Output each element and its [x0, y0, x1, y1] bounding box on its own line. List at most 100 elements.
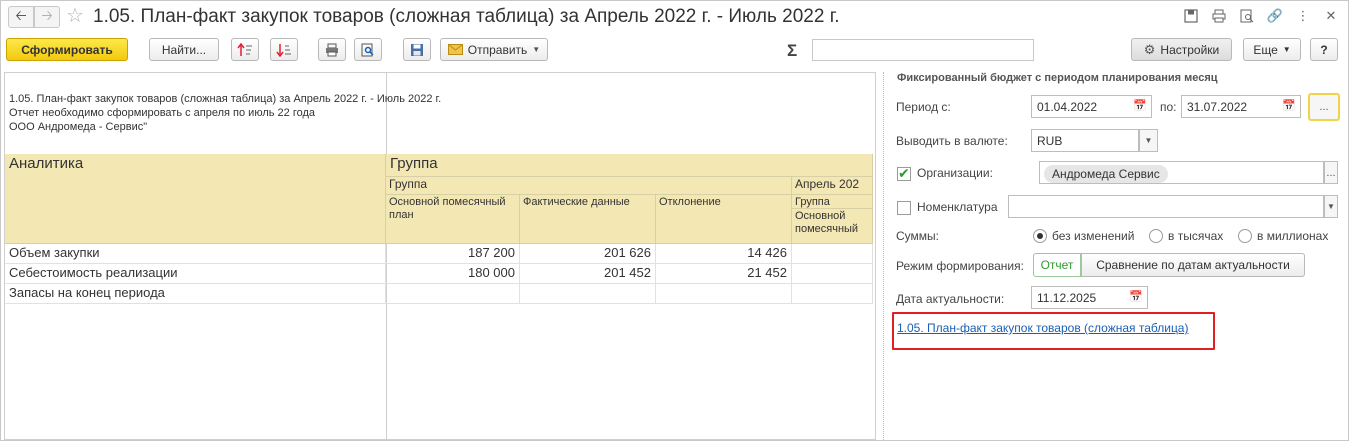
- sum-icon: Σ: [787, 41, 798, 60]
- cell-plan[interactable]: [386, 284, 520, 304]
- report-sheet[interactable]: 1.05. План-факт закупок товаров (сложная…: [4, 72, 876, 440]
- find-button[interactable]: Найти...: [149, 38, 219, 61]
- forward-button[interactable]: 🡢: [34, 6, 60, 28]
- column-header-april-plan: Основной помесячный: [792, 209, 873, 244]
- print-icon: [326, 43, 338, 56]
- column-header-april: Апрель 202: [792, 177, 873, 195]
- help-button[interactable]: ?: [1310, 38, 1338, 61]
- print-button[interactable]: [318, 38, 346, 61]
- nomenclature-dropdown-button[interactable]: ▼: [1324, 195, 1338, 218]
- link-icon[interactable]: 🔗: [1267, 8, 1283, 24]
- sums-radio-unchanged[interactable]: [1033, 229, 1047, 243]
- gear-icon: ⚙: [1143, 41, 1156, 57]
- send-button[interactable]: Отправить ▼: [440, 38, 548, 61]
- report-header: 1.05. План-факт закупок товаров (сложная…: [9, 92, 441, 134]
- toolbar: Сформировать Найти... Отправить ▼ Σ ⚙ На…: [0, 36, 1349, 66]
- period-to-label: по:: [1160, 100, 1177, 114]
- cell-deviation[interactable]: 21 452: [656, 264, 792, 284]
- column-header-plan: Основной помесячный план: [386, 195, 520, 244]
- window-controls: 🔗 ⋮ ✕: [1183, 8, 1339, 24]
- cell-deviation[interactable]: [656, 284, 792, 304]
- actual-date-field[interactable]: 11.12.2025 📅: [1031, 286, 1148, 309]
- sums-option-thousands[interactable]: в тысячах: [1168, 229, 1223, 243]
- cell-april[interactable]: [792, 244, 873, 264]
- organizations-checkbox[interactable]: [897, 165, 911, 182]
- sort-ascending-button[interactable]: [231, 38, 259, 61]
- panel-heading: Фиксированный бюджет с периодом планиров…: [897, 72, 1218, 84]
- period-to-field[interactable]: 31.07.2022 📅: [1181, 95, 1301, 118]
- sums-option-unchanged[interactable]: без изменений: [1052, 229, 1134, 243]
- mode-label: Режим формирования:: [896, 259, 1024, 273]
- cell-fact[interactable]: 201 452: [520, 264, 656, 284]
- row-label[interactable]: Объем закупки: [5, 244, 386, 264]
- back-button[interactable]: 🡠: [8, 6, 34, 28]
- save-icon[interactable]: [1183, 8, 1199, 24]
- calendar-icon[interactable]: 📅: [1282, 99, 1296, 112]
- nomenclature-field[interactable]: [1008, 195, 1324, 218]
- print-icon[interactable]: [1211, 8, 1227, 24]
- nomenclature-label: Номенклатура: [917, 200, 998, 214]
- actual-date-label: Дата актуальности:: [896, 292, 1005, 306]
- settings-button[interactable]: ⚙ Настройки: [1131, 38, 1232, 61]
- arrow-left-icon: 🡠: [15, 7, 27, 23]
- row-label[interactable]: Себестоимость реализации: [5, 264, 386, 284]
- cell-fact[interactable]: [520, 284, 656, 304]
- settings-button-label: Настройки: [1160, 42, 1220, 57]
- nomenclature-checkbox[interactable]: [897, 201, 911, 215]
- report-variant-link[interactable]: 1.05. План-факт закупок товаров (сложная…: [897, 321, 1188, 335]
- sort-descending-button[interactable]: [270, 38, 298, 61]
- cell-deviation[interactable]: 14 426: [656, 244, 792, 264]
- sort-descending-icon: [276, 43, 291, 57]
- sums-label: Суммы:: [896, 229, 939, 243]
- window-title: 1.05. План-факт закупок товаров (сложная…: [93, 6, 840, 27]
- sums-radio-thousands[interactable]: [1149, 229, 1163, 243]
- preview-icon[interactable]: [1239, 8, 1255, 24]
- cell-april[interactable]: [792, 264, 873, 284]
- row-label[interactable]: Запасы на конец периода: [5, 284, 386, 304]
- close-icon[interactable]: ✕: [1323, 8, 1339, 24]
- calendar-icon[interactable]: 📅: [1129, 290, 1143, 303]
- organizations-select-button[interactable]: ...: [1324, 161, 1338, 184]
- print-preview-button[interactable]: [354, 38, 382, 61]
- cell-fact[interactable]: 201 626: [520, 244, 656, 264]
- mode-report-button[interactable]: Отчет: [1033, 253, 1081, 277]
- sums-radio-millions[interactable]: [1238, 229, 1252, 243]
- envelope-icon: [447, 44, 463, 55]
- more-button[interactable]: Еще ▼: [1243, 38, 1301, 61]
- period-label: Период с:: [896, 100, 951, 114]
- period-select-button[interactable]: ...: [1308, 93, 1340, 121]
- period-from-field[interactable]: 01.04.2022 📅: [1031, 95, 1152, 118]
- period-to-value: 31.07.2022: [1187, 100, 1248, 114]
- currency-field[interactable]: RUB: [1031, 129, 1139, 152]
- panel-splitter[interactable]: [883, 72, 885, 440]
- mode-compare-button[interactable]: Сравнение по датам актуальности: [1081, 253, 1305, 277]
- sum-field[interactable]: [812, 39, 1034, 61]
- column-header-deviation: Отклонение: [656, 195, 792, 244]
- report-header-org: ООО Андромеда - Сервис": [9, 121, 148, 133]
- more-vertical-icon[interactable]: ⋮: [1295, 8, 1311, 24]
- cell-plan[interactable]: 180 000: [386, 264, 520, 284]
- period-from-value: 01.04.2022: [1037, 100, 1098, 114]
- cell-april[interactable]: [792, 284, 873, 304]
- report-header-note: Отчет необходимо сформировать с апреля п…: [9, 107, 316, 119]
- sums-option-millions[interactable]: в миллионах: [1257, 229, 1328, 243]
- chevron-down-icon: ▼: [1282, 45, 1291, 54]
- report-header-title: 1.05. План-факт закупок товаров (сложная…: [9, 93, 442, 105]
- currency-dropdown-button[interactable]: ▼: [1139, 129, 1158, 152]
- organizations-label: Организации:: [917, 166, 993, 180]
- column-header-fact: Фактические данные: [520, 195, 656, 244]
- generate-button[interactable]: Сформировать: [6, 38, 128, 61]
- column-header-group: Группа: [386, 154, 873, 177]
- title-bar: 🡠 🡢 ☆ 1.05. План-факт закупок товаров (с…: [0, 0, 1349, 34]
- send-button-label: Отправить: [467, 42, 528, 57]
- column-header-analytics: Аналитика: [5, 154, 386, 244]
- calendar-icon[interactable]: 📅: [1133, 99, 1147, 112]
- organization-tag[interactable]: Андромеда Сервис: [1044, 165, 1168, 183]
- cell-plan[interactable]: 187 200: [386, 244, 520, 264]
- chevron-down-icon: ▼: [532, 45, 541, 54]
- save-button[interactable]: [403, 38, 431, 61]
- favorite-star-icon[interactable]: ☆: [66, 5, 84, 27]
- chevron-down-icon: ▼: [1327, 202, 1335, 211]
- column-header-april-group: Группа: [792, 195, 873, 209]
- more-button-label: Еще: [1253, 42, 1278, 57]
